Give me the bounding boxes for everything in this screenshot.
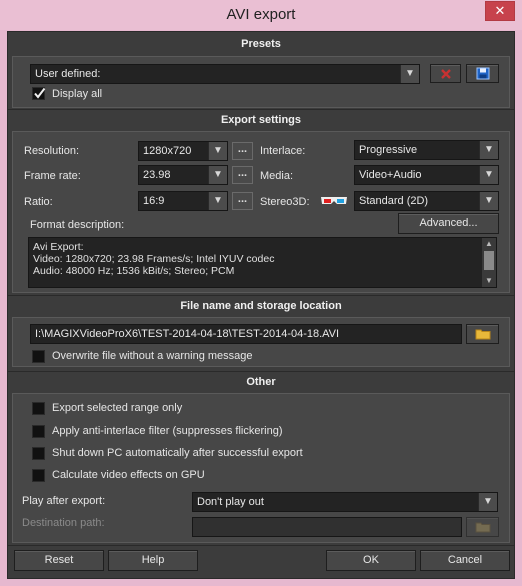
interlace-select[interactable]: Progressive: [354, 140, 499, 160]
file-location-heading: File name and storage location: [180, 300, 342, 312]
chevron-down-icon: ▼: [483, 496, 493, 507]
preset-dropdown-button[interactable]: ▼: [400, 65, 419, 83]
browse-destination-button[interactable]: [466, 517, 499, 537]
stereo3d-label: Stereo3D:: [260, 196, 310, 208]
divider: [8, 371, 514, 372]
format-description-box: Avi Export: Video: 1280x720; 23.98 Frame…: [28, 237, 497, 288]
chevron-down-icon: ▼: [405, 68, 415, 79]
format-description-line: Avi Export:: [33, 241, 84, 253]
stereo3d-select[interactable]: Standard (2D): [354, 191, 499, 211]
stereo3d-value: Standard (2D): [359, 195, 429, 207]
scroll-down-icon[interactable]: ▼: [483, 276, 495, 286]
preset-value: User defined:: [35, 68, 101, 80]
media-dropdown-button[interactable]: ▼: [479, 166, 498, 184]
stereo3d-dropdown-button[interactable]: ▼: [479, 192, 498, 210]
divider: [8, 109, 514, 110]
save-preset-button[interactable]: [466, 64, 499, 83]
other-heading: Other: [246, 376, 276, 388]
frame-rate-more-button[interactable]: ...: [232, 166, 253, 184]
divider: [8, 545, 514, 546]
interlace-dropdown-button[interactable]: ▼: [479, 141, 498, 159]
scrollbar-thumb[interactable]: [484, 251, 494, 270]
chevron-down-icon: ▼: [484, 144, 494, 155]
play-after-label: Play after export:: [22, 495, 106, 507]
browse-file-button[interactable]: [466, 324, 499, 344]
frame-rate-label: Frame rate:: [24, 170, 81, 182]
shutdown-label: Shut down PC automatically after success…: [52, 447, 303, 459]
play-after-value: Don't play out: [197, 496, 264, 508]
media-select[interactable]: Video+Audio: [354, 165, 499, 185]
overwrite-label: Overwrite file without a warning message: [52, 350, 253, 362]
anti-interlace-checkbox[interactable]: [32, 425, 45, 438]
shutdown-checkbox[interactable]: [32, 447, 45, 460]
media-value: Video+Audio: [359, 169, 422, 181]
folder-icon: [475, 329, 490, 340]
destination-label: Destination path:: [22, 517, 105, 529]
ratio-value: 16:9: [143, 195, 165, 207]
ok-button[interactable]: OK: [326, 550, 416, 571]
media-label: Media:: [260, 170, 294, 182]
interlace-value: Progressive: [359, 144, 418, 156]
format-description-label: Format description:: [30, 219, 125, 231]
export-settings-heading: Export settings: [220, 114, 302, 126]
advanced-button[interactable]: Advanced...: [398, 213, 499, 234]
delete-icon: [440, 69, 451, 79]
overwrite-checkbox[interactable]: [32, 350, 45, 363]
help-button[interactable]: Help: [108, 550, 198, 571]
cancel-button[interactable]: Cancel: [420, 550, 510, 571]
ratio-label: Ratio:: [24, 196, 53, 208]
save-icon: [476, 67, 489, 80]
anti-interlace-label: Apply anti-interlace filter (suppresses …: [52, 425, 283, 437]
resolution-label: Resolution:: [24, 145, 80, 157]
gpu-effects-label: Calculate video effects on GPU: [52, 469, 205, 481]
frame-rate-dropdown-button[interactable]: ▼: [208, 166, 227, 184]
export-range-checkbox[interactable]: [32, 402, 45, 415]
play-after-select[interactable]: Don't play out: [192, 492, 498, 512]
divider: [8, 295, 514, 296]
format-description-line: Audio: 48000 Hz; 1536 kBit/s; Stereo; PC…: [33, 265, 235, 277]
chevron-down-icon: ▼: [213, 145, 223, 156]
frame-rate-value: 23.98: [143, 169, 171, 181]
destination-input[interactable]: [192, 517, 462, 537]
folder-icon: [475, 522, 490, 533]
resolution-more-button[interactable]: ...: [232, 142, 253, 160]
delete-preset-button[interactable]: [430, 64, 461, 83]
checkmark-icon: [34, 87, 46, 99]
presets-heading: Presets: [241, 38, 281, 50]
close-button[interactable]: ✕: [485, 1, 515, 21]
chevron-down-icon: ▼: [213, 169, 223, 180]
resolution-dropdown-button[interactable]: ▼: [208, 142, 227, 160]
interlace-label: Interlace:: [260, 145, 306, 157]
chevron-down-icon: ▼: [213, 195, 223, 206]
play-after-dropdown-button[interactable]: ▼: [478, 493, 497, 511]
preset-select[interactable]: User defined:: [30, 64, 420, 84]
format-description-line: Video: 1280x720; 23.98 Frames/s; Intel I…: [33, 253, 275, 265]
display-all-label: Display all: [52, 88, 103, 100]
chevron-down-icon: ▼: [484, 195, 494, 206]
chevron-down-icon: ▼: [484, 169, 494, 180]
close-icon: ✕: [494, 3, 506, 18]
resolution-value: 1280x720: [143, 145, 192, 157]
export-range-label: Export selected range only: [52, 402, 183, 414]
reset-button[interactable]: Reset: [14, 550, 104, 571]
display-all-checkbox[interactable]: [32, 87, 46, 100]
ratio-dropdown-button[interactable]: ▼: [208, 192, 227, 210]
window-title: AVI export: [226, 6, 296, 23]
ratio-more-button[interactable]: ...: [232, 192, 253, 210]
file-path-value: I:\MAGIXVideoProX6\TEST-2014-04-18\TEST-…: [35, 328, 340, 340]
file-path-input[interactable]: I:\MAGIXVideoProX6\TEST-2014-04-18\TEST-…: [30, 324, 462, 344]
scroll-up-icon[interactable]: ▲: [483, 239, 495, 249]
gpu-effects-checkbox[interactable]: [32, 469, 45, 482]
3d-glasses-icon: [321, 197, 347, 204]
